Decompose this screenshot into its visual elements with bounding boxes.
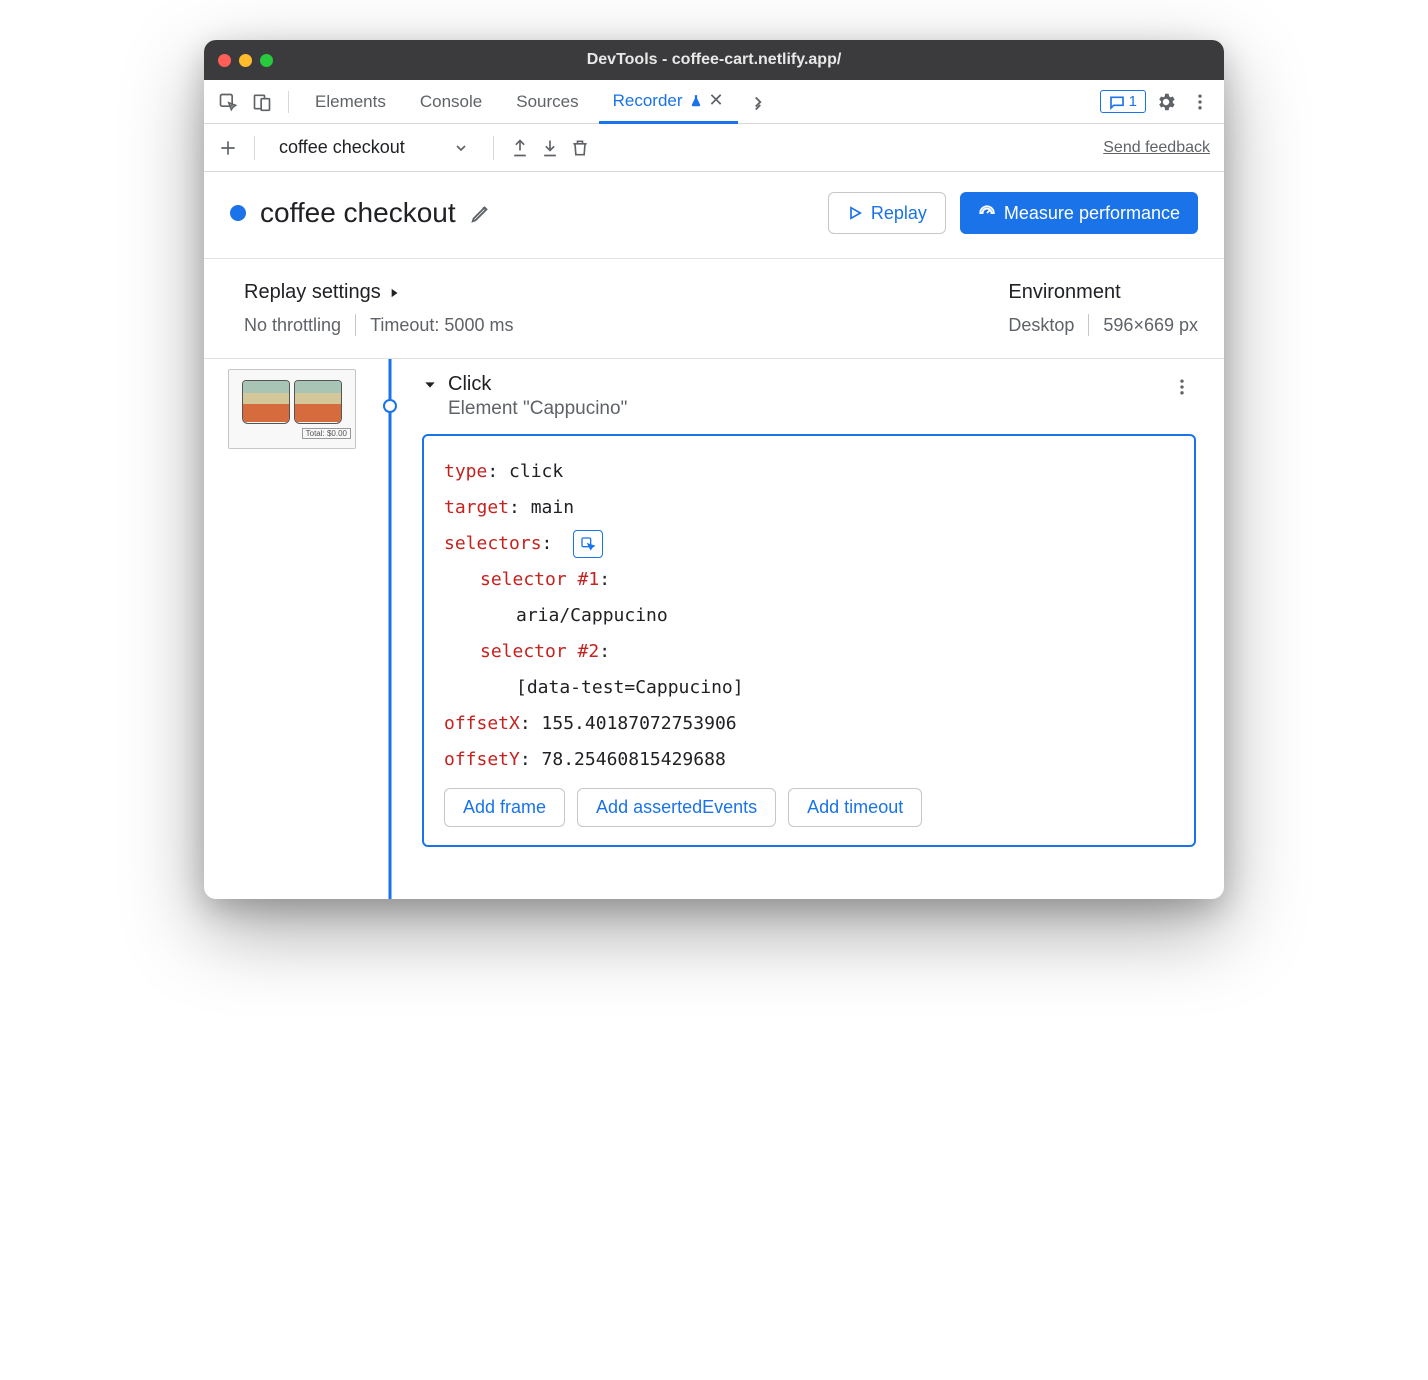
measure-performance-button[interactable]: Measure performance (960, 192, 1198, 234)
timeline-point (383, 399, 397, 413)
recording-selector[interactable]: coffee checkout (271, 137, 477, 158)
offsety-value: 78.25460815429688 (542, 749, 726, 770)
selector1-value: aria/Cappucino (444, 598, 1174, 634)
replay-settings-col: Replay settings No throttling Timeout: 5… (244, 281, 513, 336)
type-key: type (444, 461, 487, 482)
status-dot (230, 205, 246, 221)
divider (254, 136, 255, 160)
tab-recorder-label: Recorder (613, 91, 683, 111)
tab-sources[interactable]: Sources (502, 80, 592, 124)
add-timeout-button[interactable]: Add timeout (788, 788, 922, 827)
collapse-icon[interactable] (422, 377, 438, 393)
replay-button[interactable]: Replay (828, 192, 946, 234)
thumbnail-column: Total: $0.00 (228, 359, 368, 899)
selector1-key: selector #1 (480, 569, 599, 590)
step-actions: Add frame Add assertedEvents Add timeout (444, 788, 1174, 827)
throttling-value: No throttling (244, 315, 341, 336)
step-more-icon[interactable] (1168, 373, 1196, 401)
minimize-window-button[interactable] (239, 54, 252, 67)
steps-area: Total: $0.00 Click Element "Cappucino" (204, 359, 1224, 899)
device-toolbar-icon[interactable] (248, 88, 276, 116)
step-details: type: click target: main selectors: sele… (422, 434, 1196, 847)
thumb-price: Total: $0.00 (302, 428, 351, 439)
replay-label: Replay (871, 203, 927, 224)
chevron-down-icon (453, 140, 469, 156)
step-content: Click Element "Cappucino" type: click ta… (412, 359, 1224, 899)
issues-chip[interactable]: 1 (1100, 90, 1146, 113)
dimensions-value: 596×669 px (1103, 315, 1198, 336)
new-recording-button[interactable] (218, 138, 238, 158)
divider (355, 314, 356, 336)
delete-icon[interactable] (570, 138, 590, 158)
traffic-lights (218, 54, 273, 67)
tab-elements[interactable]: Elements (301, 80, 400, 124)
flask-icon (689, 94, 703, 108)
inspect-element-icon[interactable] (214, 88, 242, 116)
replay-settings-heading[interactable]: Replay settings (244, 281, 513, 304)
step-subtitle: Element "Cappucino" (448, 398, 627, 420)
selector2-value: [data-test=Cappucino] (444, 670, 1174, 706)
recording-name: coffee checkout (279, 137, 405, 158)
edit-title-icon[interactable] (470, 202, 492, 224)
issues-count: 1 (1129, 93, 1137, 110)
offsetx-key: offsetX (444, 713, 520, 734)
recording-title: coffee checkout (260, 197, 456, 229)
window-title: DevTools - coffee-cart.netlify.app/ (204, 51, 1224, 69)
recording-header: coffee checkout Replay Measure performan… (204, 172, 1224, 259)
device-value: Desktop (1008, 315, 1074, 336)
divider (493, 136, 494, 160)
tab-console[interactable]: Console (406, 80, 496, 124)
tab-recorder[interactable]: Recorder ✕ (599, 80, 738, 124)
measure-label: Measure performance (1004, 203, 1180, 224)
step-thumbnail[interactable]: Total: $0.00 (228, 369, 356, 449)
recorder-toolbar: coffee checkout Send feedback (204, 124, 1224, 172)
selectors-key: selectors (444, 533, 542, 554)
type-value: click (509, 461, 563, 482)
divider (288, 91, 289, 113)
export-icon[interactable] (510, 138, 530, 158)
settings-gear-icon[interactable] (1152, 88, 1180, 116)
settings-row: Replay settings No throttling Timeout: 5… (204, 259, 1224, 359)
offsetx-value: 155.40187072753906 (542, 713, 737, 734)
import-icon[interactable] (540, 138, 560, 158)
more-tabs-icon[interactable] (744, 88, 772, 116)
tab-bar: Elements Console Sources Recorder ✕ 1 (204, 80, 1224, 124)
send-feedback-link[interactable]: Send feedback (1103, 139, 1210, 157)
devtools-window: DevTools - coffee-cart.netlify.app/ Elem… (204, 40, 1224, 899)
offsety-key: offsetY (444, 749, 520, 770)
step-header: Click Element "Cappucino" (422, 373, 1196, 420)
kebab-menu-icon[interactable] (1186, 88, 1214, 116)
zoom-window-button[interactable] (260, 54, 273, 67)
element-picker-icon[interactable] (573, 530, 603, 558)
divider (1088, 314, 1089, 336)
environment-heading: Environment (1008, 281, 1198, 304)
timeout-value: Timeout: 5000 ms (370, 315, 513, 336)
step-title: Click (448, 373, 627, 396)
target-value: main (531, 497, 574, 518)
selector2-key: selector #2 (480, 641, 599, 662)
environment-col: Environment Desktop 596×669 px (1008, 281, 1198, 336)
timeline (368, 359, 412, 899)
add-asserted-events-button[interactable]: Add assertedEvents (577, 788, 776, 827)
titlebar: DevTools - coffee-cart.netlify.app/ (204, 40, 1224, 80)
add-frame-button[interactable]: Add frame (444, 788, 565, 827)
close-tab-icon[interactable]: ✕ (709, 90, 724, 111)
target-key: target (444, 497, 509, 518)
close-window-button[interactable] (218, 54, 231, 67)
